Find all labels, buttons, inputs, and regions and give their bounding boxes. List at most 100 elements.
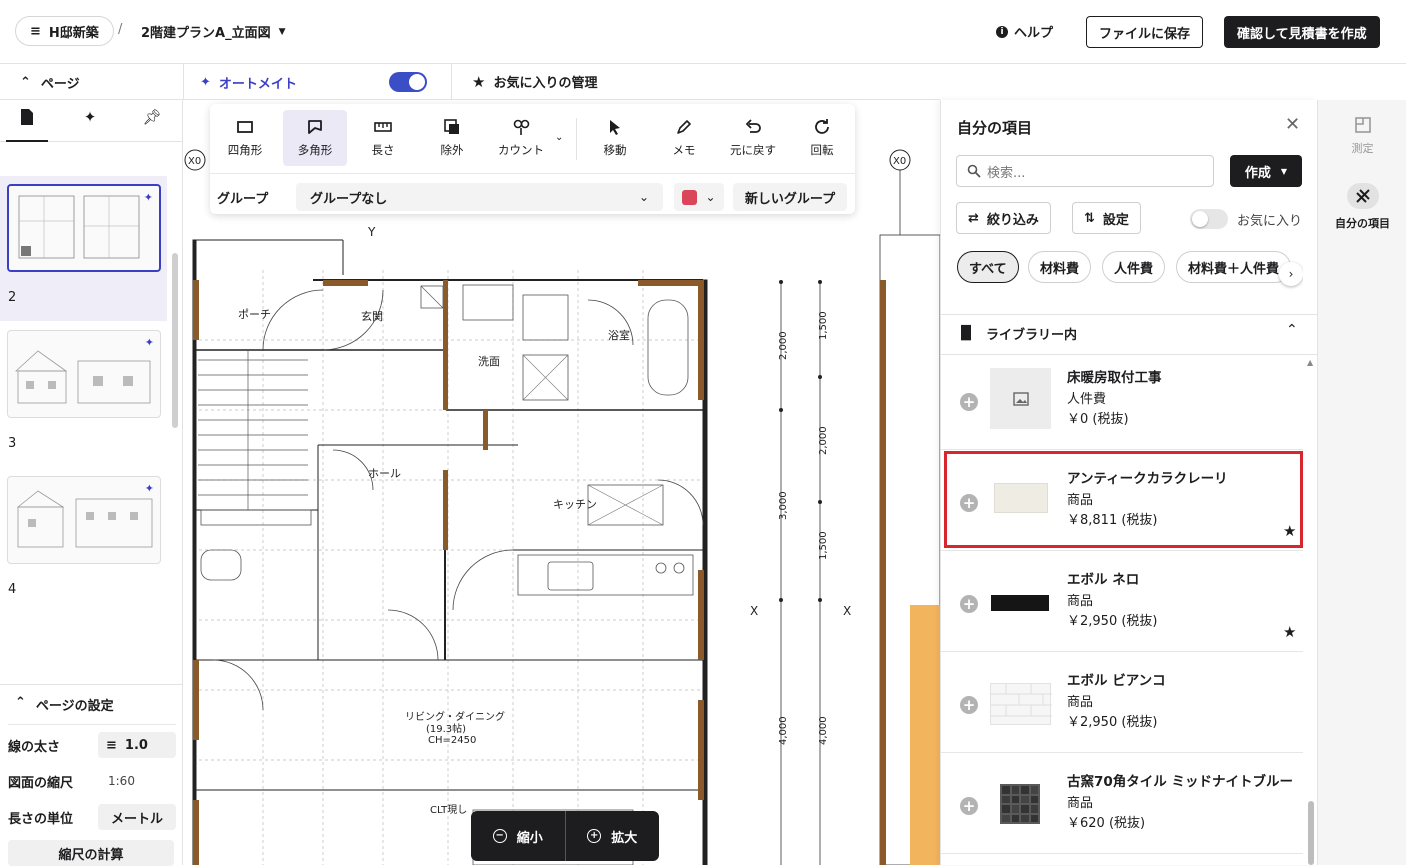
tool-label: カウント [498,143,544,157]
line-width-row: 線の太さ ≡ 1.0 [8,731,176,759]
dimension-label: 4,000 [778,716,789,745]
color-swatch [682,189,698,205]
favorite-star-icon[interactable]: ★ [1283,623,1296,641]
chip-labor[interactable]: 人件費 [1102,251,1166,283]
new-group-button[interactable]: 新しいグループ [733,183,847,211]
tab-pages[interactable] [6,108,48,142]
page-settings-header[interactable]: ⌃ ページの設定 [15,695,114,714]
drawing-canvas[interactable]: X0 X0 Y X X ポーチ 玄関 洗面 浴室 ホール キッチン リビング・ダ… [183,100,940,865]
add-icon[interactable]: + [960,393,978,411]
add-icon[interactable]: + [960,595,978,613]
list-scrollbar[interactable]: ▲ [1307,358,1315,865]
my-items-button[interactable]: 自分の項目 [1318,183,1406,231]
dimension-label: 4,000 [818,716,829,745]
count-icon [513,119,530,135]
calculate-scale-button[interactable]: 縮尺の計算 [8,840,174,866]
item-image [990,368,1051,429]
list-item[interactable]: + 古窯70角タイル ミッドナイトブルー 商品 ￥620 (税抜) [941,754,1303,854]
tool-memo[interactable]: メモ [652,110,716,166]
manage-favorites-link[interactable]: ★ お気に入りの管理 [472,72,597,92]
tool-label: 長さ [371,143,395,157]
chevron-right-icon[interactable]: › [1279,262,1303,286]
group-color-picker[interactable]: ⌄ [674,183,724,211]
library-icon: ▐▌ [956,326,976,341]
breadcrumb-separator: / [118,22,123,37]
chip-materials[interactable]: 材料費 [1028,251,1092,283]
item-image [991,595,1049,611]
automate-toggle[interactable] [389,72,427,92]
project-breadcrumb[interactable]: ≡ H邸新築 [15,16,114,46]
group-select-value: グループなし [310,191,388,207]
length-unit-field[interactable]: メートル [98,804,176,830]
list-item[interactable]: + 床暖房取付工事 人件費 ￥0 (税抜) [941,355,1303,450]
zoom-in-button[interactable]: + 拡大 [566,811,660,861]
chevron-up-icon: ⌃ [20,75,31,90]
page-thumbnail-4[interactable]: ✦ [7,476,161,564]
tab-pinned[interactable]: 📌︎ [140,108,164,126]
axis-marker: X0 [188,156,201,167]
chevron-up-icon[interactable]: ⌃ [1286,322,1298,338]
item-name: アンティークカラクレーリ [1067,471,1228,487]
library-section-header[interactable]: ▐▌ ライブラリー内 [956,324,1077,343]
tool-label: 回転 [810,143,834,157]
tool-rotate[interactable]: 回転 [790,110,854,166]
pages-label: ページ [40,77,80,92]
document-name: 2階建プランA_立面図 [141,26,271,41]
help-link[interactable]: i ヘルプ [996,22,1053,41]
scale-row: 図面の縮尺 1:60 [8,767,176,795]
item-image [990,683,1052,725]
document-icon [21,109,33,125]
chip-all[interactable]: すべて [957,251,1019,283]
automate-label: オートメイト [218,77,297,92]
chip-materials-labor[interactable]: 材料費＋人件費 [1176,251,1292,283]
create-estimate-button[interactable]: 確認して見積書を作成 [1224,16,1380,48]
tab-automate[interactable]: ✦ [78,108,102,126]
tool-exclude[interactable]: 除外 [420,110,484,166]
room-label: キッチン [553,498,597,511]
add-icon[interactable]: + [960,494,978,512]
info-icon: i [996,25,1008,38]
list-item[interactable]: + エボル ネロ 商品 ￥2,950 (税抜) ★ [941,552,1303,652]
line-width-field[interactable]: ≡ 1.0 [98,732,176,758]
item-type: 商品 [1067,493,1094,508]
tool-length[interactable]: 長さ [351,110,415,166]
chip-row: すべて 材料費 人件費 材料費＋人件費 › [941,100,1303,300]
scrollbar-thumb[interactable] [172,253,178,428]
left-sidebar: ✦ 📌︎ ✦ 2 ✦ 3 ✦ 4 ⌃ ページの設定 線の太さ ≡ 1.0 図面の… [0,100,183,866]
page-scrollbar[interactable] [172,178,178,608]
measure-button[interactable]: 測定 [1318,116,1406,156]
pages-toggle[interactable]: ⌃ ページ [20,73,80,92]
tool-undo[interactable]: 元に戻す [721,110,785,166]
add-icon[interactable]: + [960,797,978,815]
list-item[interactable]: + エボル ビアンコ 商品 ￥2,950 (税抜) [941,653,1303,753]
dimension-label: 1,500 [818,531,829,560]
tool-polygon[interactable]: 多角形 [283,110,347,166]
page-thumbnail-3[interactable]: ✦ [7,330,161,418]
list-item[interactable]: + アンティークカラクレーリ 商品 ￥8,811 (税抜) ★ [941,451,1303,551]
room-label: ホール [368,467,401,480]
undo-icon [745,119,761,133]
scroll-up-icon[interactable]: ▲ [1307,358,1313,367]
sparkle-icon: ✦ [200,75,211,90]
item-name: エボル ネロ [1067,572,1140,588]
page-thumbnail-2[interactable]: ✦ [7,184,161,272]
tool-count[interactable]: カウント [489,110,553,166]
sparkle-icon: ✦ [143,191,153,204]
zoom-out-button[interactable]: − 縮小 [471,811,566,861]
thumbnail-floorplan [18,195,140,259]
scrollbar-thumb[interactable] [1308,801,1314,865]
tool-move[interactable]: 移動 [583,110,647,166]
sparkle-icon: ✦ [144,336,154,349]
document-selector[interactable]: 2階建プランA_立面図 ▼ [141,22,286,41]
room-label: (19.3帖) [426,722,466,735]
add-icon[interactable]: + [960,696,978,714]
favorite-star-icon[interactable]: ★ [1283,522,1296,540]
dimension-label: 2,000 [818,426,829,455]
save-file-button[interactable]: ファイルに保存 [1086,16,1204,48]
tool-rectangle[interactable]: 四角形 [213,110,277,166]
floorplan-drawing: X0 X0 Y X X ポーチ 玄関 洗面 浴室 ホール キッチン リビング・ダ… [184,149,940,865]
group-select[interactable]: グループなし ⌄ [296,183,663,211]
count-dropdown-chevron-icon[interactable]: ⌄ [555,132,563,143]
tools-icon-bg [1346,183,1379,209]
tool-label: 移動 [603,143,627,157]
